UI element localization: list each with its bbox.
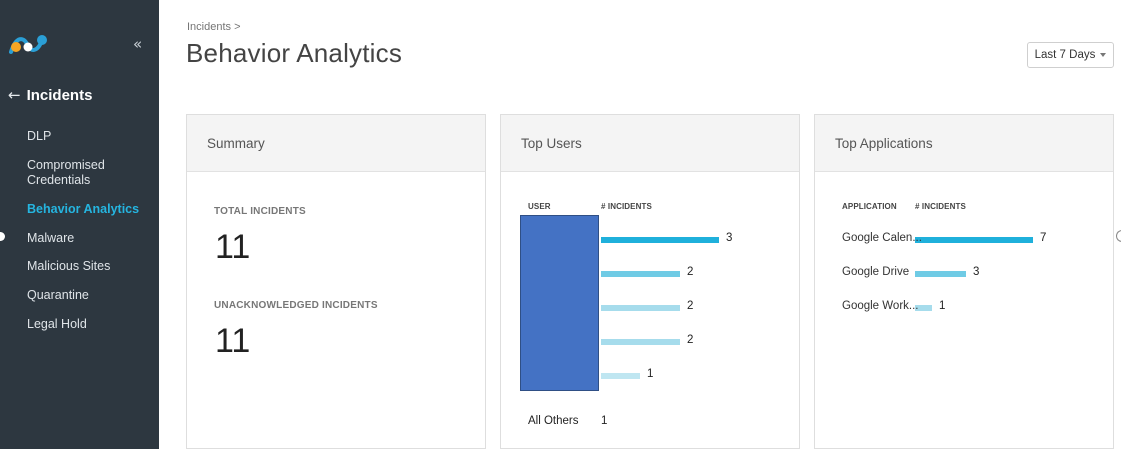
app-incident-name[interactable]: Google Work...	[842, 300, 919, 312]
top-applications-card-title: Top Applications	[815, 115, 1113, 172]
total-incidents-label: TOTAL INCIDENTS	[214, 206, 306, 217]
application-column-header: APPLICATION	[842, 202, 897, 211]
unacknowledged-incidents-value[interactable]: 11	[215, 322, 250, 361]
app-incident-bar[interactable]	[915, 271, 966, 277]
user-column-header: USER	[528, 202, 551, 211]
user-incident-value: 1	[647, 368, 654, 380]
summary-card: Summary TOTAL INCIDENTS 11 UNACKNOWLEDGE…	[186, 114, 486, 449]
app-incidents-column-header: # INCIDENTS	[915, 202, 966, 211]
app-incident-name[interactable]: Google Calen...	[842, 232, 922, 244]
app-incident-value: 1	[939, 300, 946, 312]
nav-section-title: Incidents	[26, 86, 93, 104]
back-arrow-icon: ←	[8, 86, 21, 104]
all-others-label[interactable]: All Others	[528, 415, 579, 427]
summary-card-title: Summary	[187, 115, 485, 172]
incidents-column-header: # INCIDENTS	[601, 202, 652, 211]
top-users-card: Top Users USER # INCIDENTS All Others 1 …	[500, 114, 800, 449]
user-incident-value: 2	[687, 266, 694, 278]
sidebar-item-legal-hold[interactable]: Legal Hold	[27, 317, 152, 332]
user-incident-bar[interactable]	[601, 305, 680, 311]
app-incident-value: 3	[973, 266, 980, 278]
app-incident-bar[interactable]	[915, 237, 1033, 243]
date-range-dropdown[interactable]: Last 7 Days	[1027, 42, 1114, 68]
sidebar: « ← Incidents DLP Compromised Credential…	[0, 0, 159, 449]
breadcrumb[interactable]: Incidents >	[187, 21, 241, 33]
sidebar-item-behavior-analytics[interactable]: Behavior Analytics	[27, 202, 152, 217]
redacted-usernames-block	[520, 215, 599, 391]
sidebar-item-quarantine[interactable]: Quarantine	[27, 288, 152, 303]
user-incident-value: 2	[687, 334, 694, 346]
chevron-down-icon	[1100, 53, 1107, 57]
user-incident-bar[interactable]	[601, 339, 680, 345]
user-incident-value: 3	[726, 232, 733, 244]
netskope-logo-icon[interactable]	[8, 32, 50, 56]
page-title: Behavior Analytics	[186, 38, 403, 68]
date-range-label: Last 7 Days	[1034, 49, 1096, 61]
user-incident-bar[interactable]	[601, 373, 640, 379]
top-applications-card: Top Applications APPLICATION # INCIDENTS…	[814, 114, 1114, 449]
nav-back-incidents[interactable]: ← Incidents	[8, 86, 92, 104]
app-incident-name[interactable]: Google Drive	[842, 266, 909, 278]
collapse-sidebar-icon[interactable]: «	[133, 36, 142, 52]
unacknowledged-incidents-label: UNACKNOWLEDGED INCIDENTS	[214, 300, 378, 311]
user-incident-bar[interactable]	[601, 237, 719, 243]
user-incident-bar[interactable]	[601, 271, 680, 277]
top-users-card-title: Top Users	[501, 115, 799, 172]
sidebar-item-compromised-credentials[interactable]: Compromised Credentials	[27, 158, 152, 188]
edge-partial-icon	[1116, 230, 1121, 242]
user-incident-value: 2	[687, 300, 694, 312]
all-others-value: 1	[601, 415, 608, 427]
sidebar-item-dlp[interactable]: DLP	[27, 129, 152, 144]
sidebar-item-malicious-sites[interactable]: Malicious Sites	[27, 259, 152, 274]
total-incidents-value[interactable]: 11	[215, 228, 250, 267]
app-incident-value: 7	[1040, 232, 1047, 244]
sidebar-item-malware[interactable]: Malware	[27, 231, 152, 246]
